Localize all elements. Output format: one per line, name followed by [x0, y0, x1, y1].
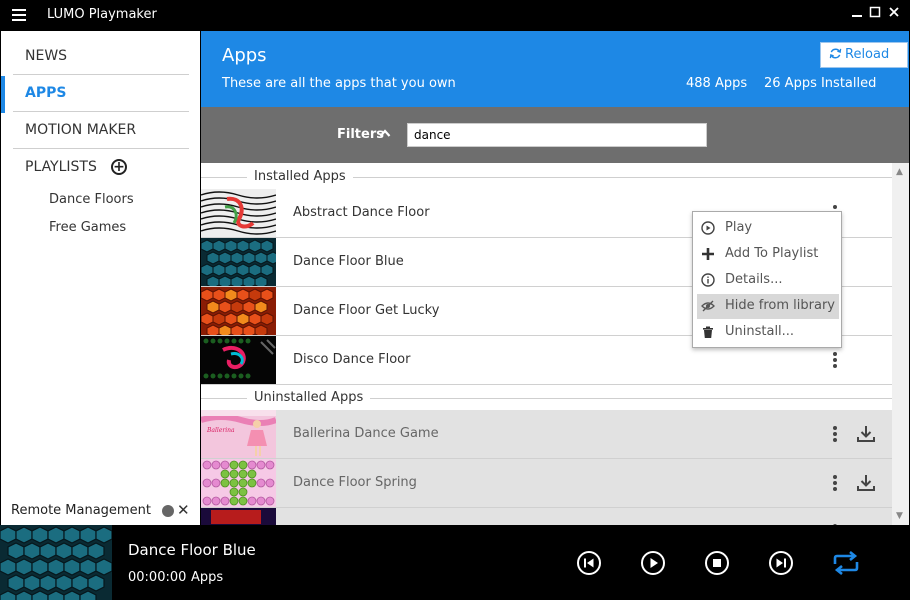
now-playing-title: Dance Floor Blue	[128, 541, 256, 559]
app-name: Ballerina Dance Game	[293, 426, 439, 441]
app-thumbnail	[201, 189, 276, 237]
playlist-item[interactable]: Dance Floors	[49, 192, 134, 207]
sidebar: NEWS APPS MOTION MAKER PLAYLISTS + Dance…	[1, 31, 200, 525]
app-row[interactable]: Dance Floor Spring	[201, 459, 893, 508]
menu-item-play[interactable]: Play	[697, 216, 839, 241]
app-row[interactable]: Ballerina Ballerina Dance Game	[201, 410, 893, 459]
app-name: Abstract Dance Floor	[293, 205, 430, 220]
play-icon[interactable]	[640, 550, 666, 576]
section-title: Uninstalled Apps	[247, 390, 371, 405]
app-title: LUMO Playmaker	[47, 7, 157, 22]
menu-item-label: Play	[725, 220, 753, 235]
remote-close-icon[interactable]: ✕	[177, 501, 190, 519]
app-name: Dance Floor Spring	[293, 475, 417, 490]
svg-text:Ballerina: Ballerina	[206, 427, 235, 434]
download-icon[interactable]	[856, 474, 876, 492]
filters-toggle[interactable]: Filters	[337, 127, 384, 142]
section-title: Installed Apps	[247, 169, 353, 184]
app-thumbnail: Ballerina	[201, 410, 276, 458]
app-name: Dance Floor Blue	[293, 254, 404, 269]
menu-item-label: Uninstall...	[725, 324, 795, 339]
hamburger-menu-icon[interactable]	[12, 9, 26, 21]
menu-item-label: Details...	[725, 272, 783, 287]
menu-item-details[interactable]: Details...	[697, 268, 839, 293]
close-icon[interactable]	[886, 6, 902, 22]
menu-item-label: Add To Playlist	[725, 246, 819, 261]
section-header-installed: Installed Apps	[201, 165, 893, 187]
playlists-label: PLAYLISTS	[25, 159, 97, 175]
more-options-icon[interactable]	[830, 426, 840, 444]
app-row[interactable]	[201, 508, 893, 525]
remote-management-label: Remote Management	[11, 503, 151, 518]
playback-time: 00:00:00	[128, 570, 187, 585]
context-menu: Play Add To Playlist Details... Hide fro…	[692, 211, 842, 348]
list-scrollbar[interactable]: ▲ ▼	[892, 163, 909, 525]
menu-item-hide-from-library[interactable]: Hide from library	[697, 294, 839, 319]
remote-status-icon	[162, 505, 174, 517]
plus-icon	[702, 248, 714, 260]
player-bar: Dance Floor Blue 00:00:00 Apps	[0, 525, 910, 600]
reload-button[interactable]: Reload	[820, 42, 908, 68]
nav-motion-maker[interactable]: MOTION MAKER	[13, 112, 189, 149]
now-playing-thumbnail	[0, 525, 112, 600]
nav-playlists[interactable]: PLAYLISTS	[13, 149, 189, 186]
app-thumbnail	[201, 238, 276, 286]
apps-header: Apps These are all the apps that you own…	[201, 31, 909, 107]
menu-item-add-to-playlist[interactable]: Add To Playlist	[697, 242, 839, 267]
previous-icon[interactable]	[576, 550, 602, 576]
app-name: Disco Dance Floor	[293, 352, 411, 367]
app-name: Dance Floor Get Lucky	[293, 303, 440, 318]
play-circle-icon	[701, 221, 715, 235]
trash-icon	[703, 326, 713, 338]
title-bar: LUMO Playmaker	[0, 0, 910, 31]
app-thumbnail	[201, 336, 276, 384]
filter-bar: Filters dance	[201, 107, 909, 163]
repeat-icon[interactable]	[832, 550, 860, 576]
page-title: Apps	[222, 45, 267, 66]
menu-item-uninstall[interactable]: Uninstall...	[697, 320, 839, 345]
active-nav-indicator	[1, 76, 5, 113]
reload-label: Reload	[845, 47, 890, 62]
apps-count: 488 Apps	[686, 76, 748, 91]
search-input[interactable]: dance	[407, 123, 707, 147]
download-icon[interactable]	[856, 425, 876, 443]
now-playing-category: Apps	[191, 570, 224, 585]
app-thumbnail	[201, 459, 276, 507]
refresh-icon	[829, 48, 842, 59]
nav-apps[interactable]: APPS	[13, 75, 189, 112]
scroll-down-icon[interactable]: ▼	[896, 511, 903, 521]
app-thumbnail	[201, 508, 276, 525]
next-icon[interactable]	[768, 550, 794, 576]
nav-news[interactable]: NEWS	[13, 38, 189, 75]
chevron-up-icon[interactable]	[379, 127, 391, 141]
info-icon	[701, 273, 715, 287]
more-options-icon[interactable]	[830, 352, 840, 370]
playlist-item[interactable]: Free Games	[49, 220, 126, 235]
installed-count: 26 Apps Installed	[764, 76, 877, 91]
stop-icon[interactable]	[704, 550, 730, 576]
section-header-uninstalled: Uninstalled Apps	[201, 386, 893, 408]
eye-slash-icon	[701, 300, 715, 312]
more-options-icon[interactable]	[830, 475, 840, 493]
minimize-icon[interactable]	[849, 6, 865, 22]
maximize-icon[interactable]	[867, 6, 883, 22]
page-subtitle: These are all the apps that you own	[222, 76, 456, 91]
add-playlist-icon[interactable]: +	[111, 159, 127, 175]
menu-item-label: Hide from library	[725, 298, 835, 313]
scroll-up-icon[interactable]: ▲	[896, 167, 903, 177]
app-thumbnail	[201, 287, 276, 335]
